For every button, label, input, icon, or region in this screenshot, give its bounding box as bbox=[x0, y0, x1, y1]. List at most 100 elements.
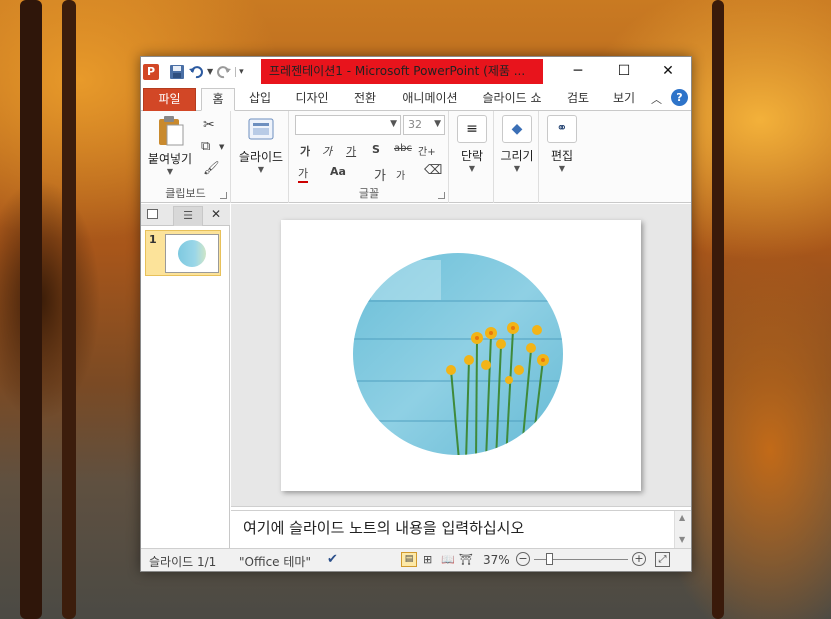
copy-icon[interactable]: ⧉ bbox=[201, 139, 210, 154]
slide-circle-image[interactable] bbox=[281, 220, 641, 491]
background-tree-trunk-right bbox=[712, 0, 724, 619]
font-color-button[interactable]: 가 bbox=[298, 165, 309, 183]
clear-formatting-icon[interactable]: ⌫ bbox=[424, 163, 442, 178]
close-panel-icon[interactable]: ✕ bbox=[211, 207, 221, 221]
font-group: ▼ 32 ▼ 가 가 가 S abc 간+ 가 Aa 가 가 ⌫ 글꼴 bbox=[290, 111, 449, 203]
paragraph-button[interactable]: ≡ 단락 ▼ bbox=[452, 115, 492, 173]
save-icon[interactable] bbox=[169, 64, 185, 80]
paste-label: 붙여넣기 bbox=[147, 152, 193, 166]
panel-tabs: ☰ ✕ bbox=[141, 204, 230, 226]
quick-access-toolbar: P ▼ ▾ bbox=[143, 63, 244, 80]
customize-qat-icon[interactable]: ▾ bbox=[235, 66, 244, 77]
notes-pane[interactable]: 여기에 슬라이드 노트의 내용을 입력하십시오 ▲ ▼ bbox=[231, 510, 691, 548]
undo-icon[interactable] bbox=[188, 64, 204, 80]
editing-dropdown-icon: ▼ bbox=[558, 164, 566, 173]
font-size-dropdown-icon: ▼ bbox=[434, 119, 441, 129]
powerpoint-window: P ▼ ▾ 프레젠테이션1 - Microsoft PowerPoint (제품… bbox=[140, 56, 692, 572]
zoom-out-icon[interactable]: − bbox=[516, 552, 530, 566]
character-spacing-button[interactable]: 간+ bbox=[418, 143, 436, 158]
italic-button[interactable]: 가 bbox=[322, 143, 332, 159]
cut-icon[interactable]: ✂ bbox=[203, 117, 215, 133]
scroll-down-icon[interactable]: ▼ bbox=[679, 535, 685, 544]
drawing-group: ◆ 그리기 ▼ bbox=[495, 111, 539, 203]
bold-button[interactable]: 가 bbox=[300, 143, 310, 159]
strikethrough-button[interactable]: abc bbox=[394, 143, 412, 154]
slide-thumbnail bbox=[165, 234, 219, 273]
editing-button[interactable]: ⚭ 편집 ▼ bbox=[542, 115, 582, 173]
paragraph-label: 단락 bbox=[460, 149, 484, 163]
thumbnail-circle-image bbox=[178, 240, 206, 267]
redo-icon[interactable] bbox=[216, 64, 232, 80]
paragraph-icon: ≡ bbox=[457, 115, 487, 143]
grow-font-button[interactable]: 가 bbox=[374, 165, 386, 184]
tab-slideshow[interactable]: 슬라이드 쇼 bbox=[475, 88, 549, 111]
font-launcher-icon[interactable] bbox=[438, 192, 445, 199]
new-slide-icon bbox=[248, 118, 274, 140]
help-icon[interactable]: ? bbox=[671, 89, 688, 106]
font-size-value: 32 bbox=[408, 118, 422, 131]
collapse-ribbon-icon[interactable]: ︿ bbox=[651, 91, 662, 107]
background-tree-trunk-left bbox=[20, 0, 42, 619]
window-title: 프레젠테이션1 - Microsoft PowerPoint (제품 ... bbox=[261, 59, 543, 84]
fit-to-window-icon[interactable]: ⤢ bbox=[655, 552, 670, 567]
clipboard-group-label: 클립보드 bbox=[165, 187, 206, 200]
close-button[interactable]: ✕ bbox=[645, 57, 691, 86]
powerpoint-icon[interactable]: P bbox=[143, 63, 159, 80]
tab-home[interactable]: 홈 bbox=[201, 88, 235, 111]
slide-number: 1 bbox=[149, 233, 157, 246]
paste-button[interactable]: 붙여넣기 ▼ bbox=[145, 115, 195, 176]
slides-tab-icon[interactable] bbox=[147, 209, 158, 219]
binoculars-icon: ⚭ bbox=[547, 115, 577, 143]
tab-animations[interactable]: 애니메이션 bbox=[393, 88, 467, 111]
editing-label: 편집 bbox=[550, 149, 574, 163]
outline-tab-icon[interactable]: ☰ bbox=[173, 206, 203, 226]
tab-transitions[interactable]: 전환 bbox=[345, 88, 385, 111]
paragraph-group: ≡ 단락 ▼ bbox=[450, 111, 494, 203]
background-tree-trunk-left2 bbox=[62, 0, 76, 619]
font-size-combo[interactable]: 32 ▼ bbox=[403, 115, 445, 135]
notes-scrollbar[interactable]: ▲ ▼ bbox=[674, 511, 691, 548]
change-case-button[interactable]: Aa bbox=[330, 165, 346, 178]
format-painter-icon[interactable]: 🖌 bbox=[203, 161, 220, 176]
tab-file[interactable]: 파일 bbox=[143, 88, 196, 111]
shapes-icon: ◆ bbox=[502, 115, 532, 143]
minimize-button[interactable]: ─ bbox=[555, 57, 601, 86]
clipboard-group: 붙여넣기 ▼ ✂ ⧉ ▼ 🖌 클립보드 bbox=[141, 111, 231, 203]
new-slide-label: 슬라이드 bbox=[238, 150, 284, 164]
font-name-dropdown-icon: ▼ bbox=[390, 119, 397, 129]
copy-dropdown-icon[interactable]: ▼ bbox=[219, 143, 224, 151]
maximize-button[interactable]: ☐ bbox=[601, 57, 647, 86]
paste-icon bbox=[159, 116, 184, 146]
slideshow-view-icon[interactable]: ⛩ bbox=[459, 553, 473, 566]
normal-view-icon[interactable]: ▤ bbox=[401, 552, 417, 567]
tab-design[interactable]: 디자인 bbox=[289, 88, 335, 111]
shadow-button[interactable]: S bbox=[372, 143, 380, 156]
notes-placeholder[interactable]: 여기에 슬라이드 노트의 내용을 입력하십시오 bbox=[243, 517, 524, 538]
theme-name: "Office 테마" bbox=[239, 555, 311, 569]
drawing-dropdown-icon: ▼ bbox=[513, 164, 521, 173]
zoom-in-icon[interactable]: + bbox=[632, 552, 646, 566]
zoom-slider-thumb[interactable] bbox=[546, 553, 553, 565]
slide-sorter-icon[interactable]: ⊞ bbox=[423, 553, 432, 566]
slide-editor bbox=[231, 204, 691, 507]
tab-view[interactable]: 보기 bbox=[605, 88, 643, 111]
drawing-label: 그리기 bbox=[500, 149, 534, 163]
slide-thumbnail-panel: ☰ ✕ 1 bbox=[141, 204, 230, 549]
spell-check-icon[interactable]: ✔ bbox=[327, 552, 338, 567]
tab-review[interactable]: 검토 bbox=[559, 88, 597, 111]
slide-canvas[interactable] bbox=[281, 220, 641, 491]
font-name-combo[interactable]: ▼ bbox=[295, 115, 401, 135]
shrink-font-button[interactable]: 가 bbox=[396, 167, 405, 182]
clipboard-launcher-icon[interactable] bbox=[220, 192, 227, 199]
tab-insert[interactable]: 삽입 bbox=[241, 88, 279, 111]
undo-dropdown-icon[interactable]: ▼ bbox=[207, 67, 213, 76]
new-slide-button[interactable]: 슬라이드 ▼ bbox=[236, 115, 286, 174]
reading-view-icon[interactable]: 📖 bbox=[441, 553, 455, 566]
scroll-up-icon[interactable]: ▲ bbox=[679, 513, 685, 522]
paste-dropdown-icon: ▼ bbox=[166, 167, 174, 176]
slide-thumbnail-item[interactable]: 1 bbox=[145, 230, 221, 276]
drawing-button[interactable]: ◆ 그리기 ▼ bbox=[497, 115, 537, 173]
zoom-level[interactable]: 37% bbox=[483, 553, 510, 567]
editing-group: ⚭ 편집 ▼ bbox=[540, 111, 584, 203]
underline-button[interactable]: 가 bbox=[346, 143, 356, 159]
